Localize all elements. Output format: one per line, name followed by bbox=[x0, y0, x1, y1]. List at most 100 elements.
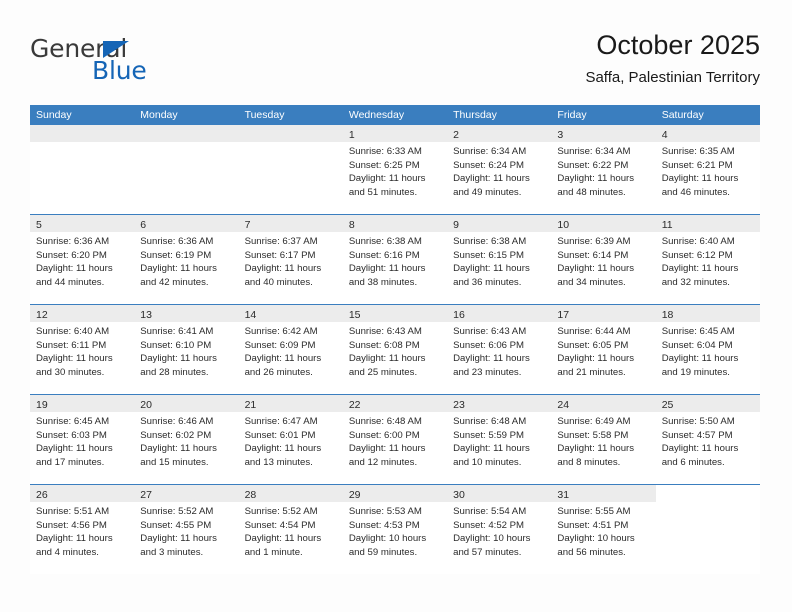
daylight-text-cont: and 56 minutes. bbox=[557, 546, 626, 558]
calendar-day-cell[interactable]: 21 Sunrise: 6:47 AM Sunset: 6:01 PM Dayligh… bbox=[238, 395, 343, 484]
daylight-text-cont: and 30 minutes. bbox=[36, 366, 105, 378]
day-number-band: 7 bbox=[238, 215, 343, 232]
page-header: General Blue October 2025 Saffa, Palesti… bbox=[30, 28, 760, 100]
daylight-text-cont: and 3 minutes. bbox=[140, 546, 204, 558]
day-number: 1 bbox=[348, 129, 355, 141]
sunrise-text: Sunrise: 5:51 AM bbox=[36, 506, 110, 517]
daylight-text: Daylight: 11 hours bbox=[348, 263, 426, 275]
day-sun-info: Sunrise: 6:46 AM Sunset: 6:02 PM Daylight:… bbox=[134, 412, 238, 469]
daylight-text: Daylight: 11 hours bbox=[557, 173, 635, 185]
calendar-day-cell[interactable]: 10 Sunrise: 6:39 AM Sunset: 6:14 PM Dayligh… bbox=[551, 215, 656, 304]
day-sun-info: Sunrise: 5:55 AM Sunset: 4:51 PM Daylight:… bbox=[551, 502, 655, 559]
sunset-text: Sunset: 6:06 PM bbox=[453, 339, 525, 351]
day-number-band: 25 bbox=[655, 395, 760, 412]
calendar-day-cell[interactable]: 30 Sunrise: 5:54 AM Sunset: 4:52 PM Dayligh… bbox=[447, 485, 552, 574]
day-number: 20 bbox=[140, 399, 152, 411]
day-number: 27 bbox=[140, 489, 152, 501]
sunset-text: Sunset: 6:01 PM bbox=[244, 429, 316, 441]
calendar-day-cell[interactable]: 4 Sunrise: 6:35 AM Sunset: 6:21 PM Daylight… bbox=[655, 125, 760, 214]
day-sun-info: Sunrise: 6:36 AM Sunset: 6:20 PM Daylight:… bbox=[30, 232, 134, 289]
calendar-day-cell[interactable]: 1 Sunrise: 6:33 AM Sunset: 6:25 PM Daylight… bbox=[342, 125, 448, 214]
calendar-day-cell[interactable]: 31 Sunrise: 5:55 AM Sunset: 4:51 PM Dayligh… bbox=[551, 485, 656, 574]
calendar-week-row: 26 Sunrise: 5:51 AM Sunset: 4:56 PM Dayligh… bbox=[30, 484, 760, 574]
calendar-day-cell[interactable]: 7 Sunrise: 6:37 AM Sunset: 6:17 PM Daylight… bbox=[238, 215, 343, 304]
calendar-day-cell[interactable]: 18 Sunrise: 6:45 AM Sunset: 6:04 PM Dayligh… bbox=[655, 305, 760, 394]
calendar-day-cell-empty bbox=[655, 485, 760, 574]
day-number-band: 8 bbox=[342, 215, 448, 232]
calendar-day-cell[interactable]: 15 Sunrise: 6:43 AM Sunset: 6:08 PM Dayligh… bbox=[342, 305, 448, 394]
sunset-text: Sunset: 6:09 PM bbox=[244, 339, 316, 351]
calendar-day-cell[interactable]: 11 Sunrise: 6:40 AM Sunset: 6:12 PM Dayligh… bbox=[655, 215, 760, 304]
calendar-day-cell[interactable]: 27 Sunrise: 5:52 AM Sunset: 4:55 PM Dayligh… bbox=[134, 485, 239, 574]
day-sun-info: Sunrise: 6:35 AM Sunset: 6:21 PM Daylight:… bbox=[656, 142, 760, 199]
calendar-day-cell[interactable]: 26 Sunrise: 5:51 AM Sunset: 4:56 PM Dayligh… bbox=[30, 485, 135, 574]
day-sun-info: Sunrise: 6:42 AM Sunset: 6:09 PM Daylight:… bbox=[239, 322, 343, 379]
calendar-day-cell[interactable]: 17 Sunrise: 6:44 AM Sunset: 6:05 PM Dayligh… bbox=[551, 305, 656, 394]
day-sun-info: Sunrise: 6:40 AM Sunset: 6:11 PM Daylight:… bbox=[30, 322, 134, 379]
calendar-day-cell[interactable]: 16 Sunrise: 6:43 AM Sunset: 6:06 PM Dayligh… bbox=[447, 305, 552, 394]
sunrise-text: Sunrise: 6:48 AM bbox=[348, 416, 422, 427]
daylight-text-cont: and 57 minutes. bbox=[453, 546, 522, 558]
day-sun-info: Sunrise: 6:34 AM Sunset: 6:22 PM Daylight:… bbox=[551, 142, 655, 199]
sunset-text: Sunset: 6:04 PM bbox=[661, 339, 733, 351]
day-sun-info: Sunrise: 5:52 AM Sunset: 4:55 PM Daylight:… bbox=[134, 502, 238, 559]
day-number: 23 bbox=[453, 399, 465, 411]
day-number-band: 29 bbox=[342, 485, 448, 502]
day-sun-info: Sunrise: 5:54 AM Sunset: 4:52 PM Daylight:… bbox=[447, 502, 551, 559]
daylight-text-cont: and 1 minute. bbox=[244, 546, 303, 558]
calendar-day-cell[interactable]: 23 Sunrise: 6:48 AM Sunset: 5:59 PM Dayligh… bbox=[447, 395, 552, 484]
calendar-week-row: 12 Sunrise: 6:40 AM Sunset: 6:11 PM Dayligh… bbox=[30, 304, 760, 394]
general-blue-logo[interactable]: General Blue bbox=[30, 34, 240, 94]
day-number: 14 bbox=[244, 309, 257, 321]
calendar-day-cell[interactable]: 9 Sunrise: 6:38 AM Sunset: 6:15 PM Daylight… bbox=[447, 215, 552, 304]
day-number: 24 bbox=[557, 399, 570, 411]
calendar-day-cell[interactable]: 22 Sunrise: 6:48 AM Sunset: 6:00 PM Dayligh… bbox=[342, 395, 448, 484]
day-sun-info: Sunrise: 5:50 AM Sunset: 4:57 PM Daylight:… bbox=[656, 412, 760, 469]
day-number: 19 bbox=[36, 399, 48, 411]
day-number: 22 bbox=[348, 399, 361, 411]
calendar-day-cell[interactable]: 12 Sunrise: 6:40 AM Sunset: 6:11 PM Dayligh… bbox=[30, 305, 135, 394]
sunset-text: Sunset: 6:14 PM bbox=[557, 249, 629, 261]
day-number: 31 bbox=[557, 489, 570, 501]
calendar-day-cell[interactable]: 13 Sunrise: 6:41 AM Sunset: 6:10 PM Dayligh… bbox=[134, 305, 239, 394]
day-number-band: 26 bbox=[30, 485, 135, 502]
sunrise-text: Sunrise: 6:38 AM bbox=[453, 236, 527, 247]
calendar-day-cell[interactable]: 29 Sunrise: 5:53 AM Sunset: 4:53 PM Dayligh… bbox=[342, 485, 448, 574]
sunrise-text: Sunrise: 6:43 AM bbox=[453, 326, 527, 337]
daylight-text: Daylight: 10 hours bbox=[348, 533, 427, 545]
day-number-band: 27 bbox=[134, 485, 239, 502]
calendar-day-cell[interactable]: 28 Sunrise: 5:52 AM Sunset: 4:54 PM Dayligh… bbox=[238, 485, 343, 574]
day-number-band: 5 bbox=[30, 215, 135, 232]
calendar-day-cell[interactable]: 24 Sunrise: 6:49 AM Sunset: 5:58 PM Dayligh… bbox=[551, 395, 656, 484]
calendar-day-cell[interactable]: 19 Sunrise: 6:45 AM Sunset: 6:03 PM Dayligh… bbox=[30, 395, 135, 484]
daylight-text-cont: and 44 minutes. bbox=[36, 276, 105, 288]
day-number: 21 bbox=[244, 399, 257, 411]
sunset-text: Sunset: 5:59 PM bbox=[453, 429, 525, 441]
calendar-day-cell[interactable]: 6 Sunrise: 6:36 AM Sunset: 6:19 PM Daylight… bbox=[134, 215, 239, 304]
daylight-text: Daylight: 11 hours bbox=[557, 443, 635, 455]
sunset-text: Sunset: 4:52 PM bbox=[453, 519, 525, 531]
calendar-day-cell-empty bbox=[238, 125, 343, 214]
calendar-day-cell[interactable]: 14 Sunrise: 6:42 AM Sunset: 6:09 PM Dayligh… bbox=[238, 305, 343, 394]
weekday-header-tuesday: Tuesday bbox=[244, 109, 285, 121]
daylight-text-cont: and 8 minutes. bbox=[557, 456, 621, 468]
calendar-day-cell[interactable]: 20 Sunrise: 6:46 AM Sunset: 6:02 PM Dayligh… bbox=[134, 395, 239, 484]
daylight-text: Daylight: 11 hours bbox=[453, 353, 530, 365]
sunset-text: Sunset: 6:22 PM bbox=[557, 159, 629, 171]
calendar-day-cell[interactable]: 5 Sunrise: 6:36 AM Sunset: 6:20 PM Daylight… bbox=[30, 215, 135, 304]
sunrise-text: Sunrise: 6:48 AM bbox=[453, 416, 527, 427]
daylight-text-cont: and 51 minutes. bbox=[348, 186, 418, 198]
sunset-text: Sunset: 6:11 PM bbox=[36, 339, 107, 351]
day-sun-info: Sunrise: 6:44 AM Sunset: 6:05 PM Daylight:… bbox=[551, 322, 655, 379]
calendar-day-cell[interactable]: 8 Sunrise: 6:38 AM Sunset: 6:16 PM Daylight… bbox=[342, 215, 448, 304]
day-sun-info: Sunrise: 6:38 AM Sunset: 6:15 PM Daylight:… bbox=[447, 232, 551, 289]
daylight-text: Daylight: 11 hours bbox=[140, 533, 217, 545]
calendar-day-cell[interactable]: 3 Sunrise: 6:34 AM Sunset: 6:22 PM Daylight… bbox=[551, 125, 656, 214]
day-number: 18 bbox=[661, 309, 674, 321]
sunrise-text: Sunrise: 6:45 AM bbox=[36, 416, 110, 427]
sunset-text: Sunset: 6:02 PM bbox=[140, 429, 212, 441]
calendar-day-cell[interactable]: 2 Sunrise: 6:34 AM Sunset: 6:24 PM Daylight… bbox=[447, 125, 552, 214]
daylight-text-cont: and 21 minutes. bbox=[557, 366, 626, 378]
calendar-day-cell[interactable]: 25 Sunrise: 5:50 AM Sunset: 4:57 PM Dayligh… bbox=[655, 395, 760, 484]
sunrise-text: Sunrise: 6:35 AM bbox=[661, 146, 735, 157]
